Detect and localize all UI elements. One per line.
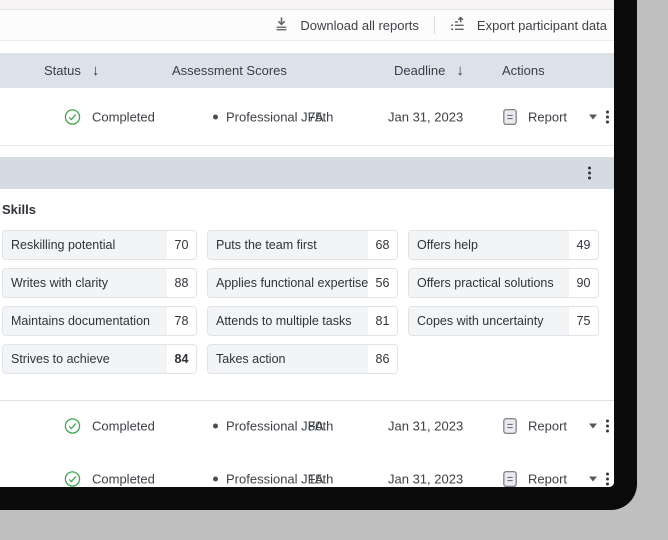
skill-score: 56 [368,269,397,297]
kebab-menu-icon[interactable] [606,472,609,485]
bullet-icon [213,114,218,119]
skill-name: Takes action [208,345,368,373]
bullet-icon [213,476,218,481]
skills-section-title: Skills [2,202,36,217]
column-header-status[interactable]: Status ↓ [44,53,99,88]
skill-chip: Maintains documentation 78 [2,306,197,336]
status-label: Completed [92,471,155,486]
skill-name: Puts the team first [208,231,368,259]
skill-chip: Applies functional expertise 56 [207,268,398,298]
participant-row[interactable]: Completed Professional JFA 15th Jan 31, … [0,450,614,487]
chevron-down-icon[interactable] [589,476,597,481]
skills-grid: Reskilling potential 70 Puts the team fi… [2,230,599,374]
deadline-header-label: Deadline [394,63,445,78]
skill-score: 81 [368,307,397,335]
reports-toolbar: Download all reports Export participant … [0,10,614,41]
skill-score: 49 [569,231,598,259]
kebab-menu-icon[interactable] [606,110,609,123]
assessment-percentile: 80th [308,418,333,433]
download-all-reports-label: Download all reports [300,18,419,33]
skill-score: 88 [167,269,196,297]
skill-name: Maintains documentation [3,307,167,335]
device-bezel: Download all reports Export participant … [0,0,637,510]
status-label: Completed [92,109,155,124]
chevron-down-icon[interactable] [589,114,597,119]
skill-score: 68 [368,231,397,259]
export-participant-data-button[interactable]: Export participant data [450,16,607,35]
report-button[interactable]: Report [528,471,567,486]
skill-name: Strives to achieve [3,345,167,373]
skill-chip: Puts the team first 68 [207,230,398,260]
document-icon [502,108,518,125]
export-list-icon [450,16,466,35]
skill-score: 90 [569,269,598,297]
document-icon [502,470,518,487]
actions-header-label: Actions [502,63,545,78]
download-all-reports-button[interactable]: Download all reports [274,16,419,34]
skill-name: Applies functional expertise [208,269,368,297]
check-circle-icon [64,470,81,487]
skill-score: 84 [167,345,196,373]
column-header-deadline[interactable]: Deadline ↓ [394,53,464,88]
skill-name: Writes with clarity [3,269,167,297]
toolbar-divider [434,16,435,34]
skill-chip: Offers help 49 [408,230,599,260]
skill-chip: Takes action 86 [207,344,398,374]
column-header-assessment-scores[interactable]: Assessment Scores [172,53,287,88]
status-header-label: Status [44,63,81,78]
skill-chip: Writes with clarity 88 [2,268,197,298]
skill-name: Reskilling potential [3,231,167,259]
report-button[interactable]: Report [528,418,567,433]
skill-score: 78 [167,307,196,335]
deadline-value: Jan 31, 2023 [388,109,463,124]
assessment-percentile: 15th [308,471,333,486]
skill-chip: Strives to achieve 84 [2,344,197,374]
skill-chip: Attends to multiple tasks 81 [207,306,398,336]
skill-score: 75 [569,307,598,335]
check-circle-icon [64,108,81,125]
app-screen: Download all reports Export participant … [0,0,614,487]
skill-name: Copes with uncertainty [409,307,569,335]
participant-row[interactable]: Completed Professional JFA 80th Jan 31, … [0,400,614,451]
kebab-menu-icon[interactable] [588,167,591,180]
participant-row[interactable]: Completed Professional JFA 75th Jan 31, … [0,88,614,146]
export-participant-data-label: Export participant data [477,18,607,33]
skill-chip: Copes with uncertainty 75 [408,306,599,336]
skill-name: Attends to multiple tasks [208,307,368,335]
expanded-row-bar [0,157,614,189]
skill-score: 70 [167,231,196,259]
assessment-scores-header-label: Assessment Scores [172,63,287,78]
skill-chip: Offers practical solutions 90 [408,268,599,298]
skill-name: Offers help [409,231,569,259]
table-header-row: Status ↓ Assessment Scores Deadline ↓ Ac… [0,53,614,88]
assessment-percentile: 75th [308,109,333,124]
document-icon [502,417,518,434]
skill-chip: Reskilling potential 70 [2,230,197,260]
sort-descending-icon[interactable]: ↓ [456,62,464,79]
check-circle-icon [64,417,81,434]
chevron-down-icon[interactable] [589,423,597,428]
kebab-menu-icon[interactable] [606,419,609,432]
sort-descending-icon[interactable]: ↓ [92,62,100,79]
column-header-actions: Actions [502,53,545,88]
deadline-value: Jan 31, 2023 [388,418,463,433]
top-strip [0,0,614,10]
skill-name: Offers practical solutions [409,269,569,297]
skill-score: 86 [368,345,397,373]
deadline-value: Jan 31, 2023 [388,471,463,486]
status-label: Completed [92,418,155,433]
download-icon [274,16,289,34]
bullet-icon [213,423,218,428]
report-button[interactable]: Report [528,109,567,124]
